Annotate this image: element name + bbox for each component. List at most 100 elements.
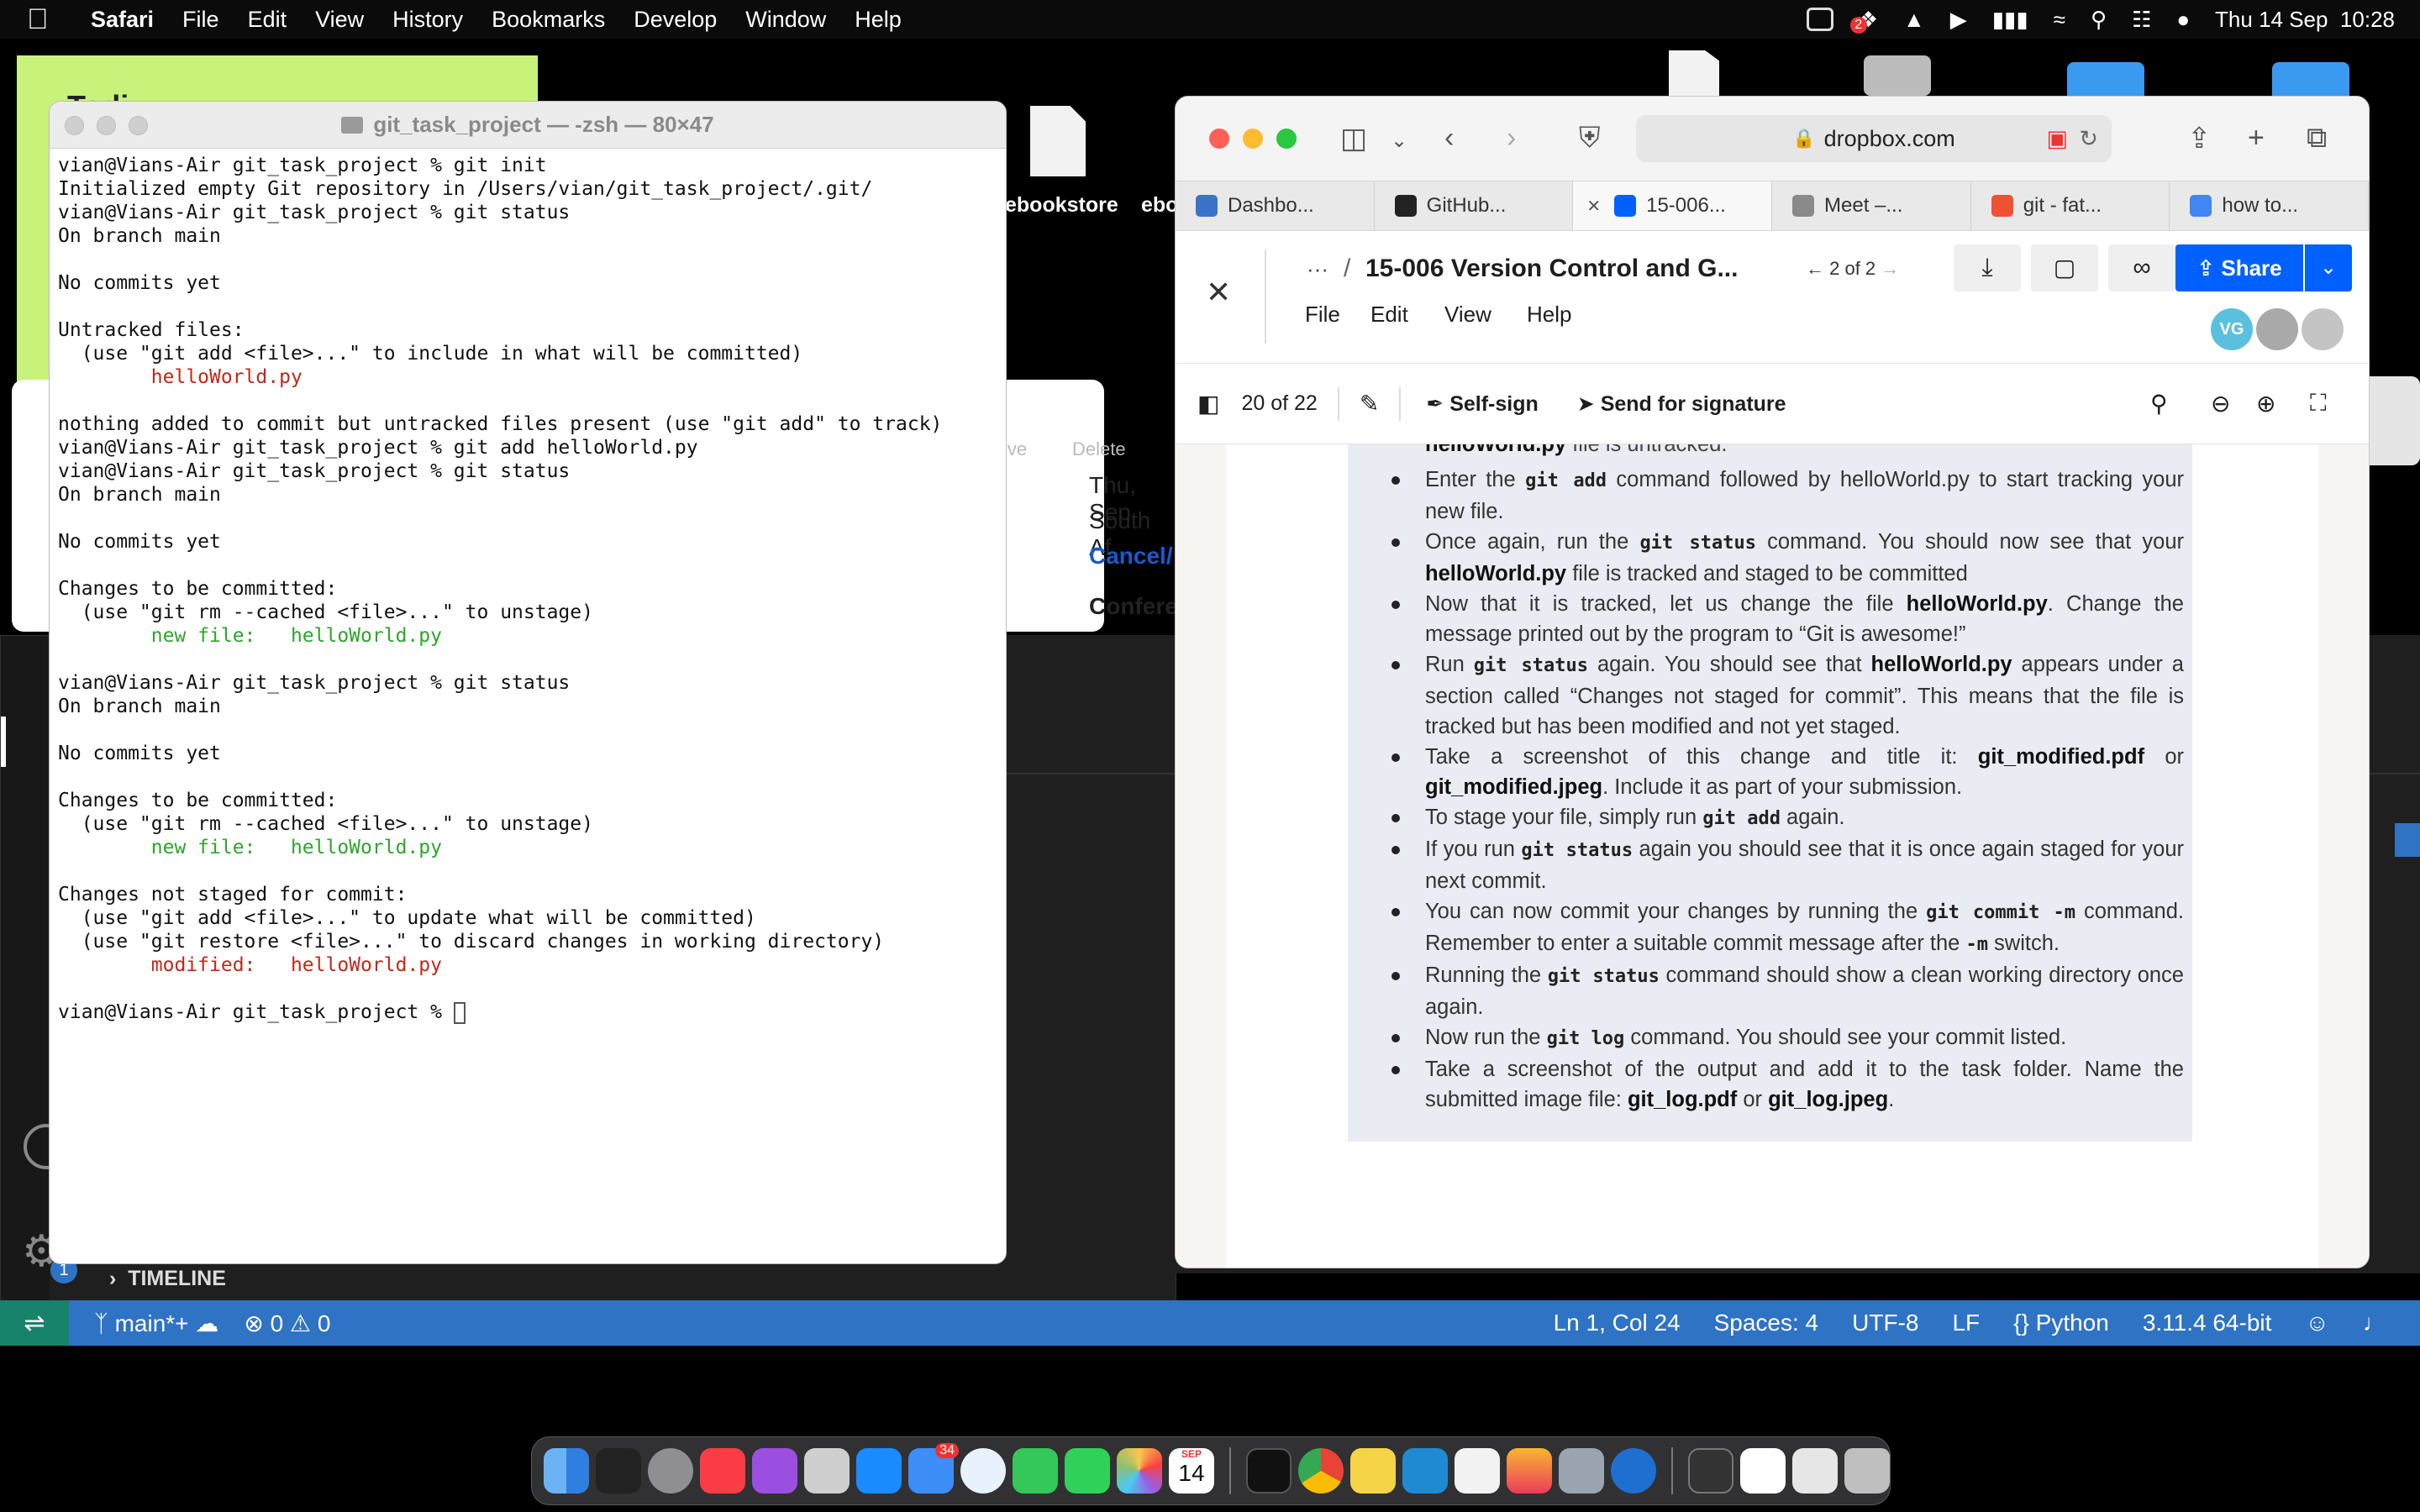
terminal-window[interactable]: git_task_project — -zsh — 80×47 vian@Via… [49,101,1007,1264]
mail-delete-button[interactable]: Delete [1072,438,1126,460]
play-status-icon[interactable]: ▶ [1950,7,1967,33]
doc-menu-help[interactable]: Help [1527,302,1571,328]
recent-window-icon[interactable] [1688,1448,1733,1494]
sidebar-toggle-icon[interactable]: ◫ [1340,122,1367,155]
stickies-icon[interactable] [1507,1448,1552,1494]
photos-icon[interactable] [1117,1448,1162,1494]
breadcrumb-more[interactable]: ··· [1307,256,1328,282]
browser-tab[interactable]: ✕ 15-006... [1573,181,1773,230]
apple-icon[interactable]:  [27,3,66,36]
launchpad-icon[interactable] [804,1448,850,1494]
forward-arrow-icon[interactable]: › [1507,122,1516,155]
menu-edit[interactable]: Edit [248,7,287,33]
recent-document-icon[interactable] [1740,1448,1786,1494]
python-interpreter[interactable]: 3.11.4 64-bit [2143,1310,2272,1336]
terminal-titlebar[interactable]: git_task_project — -zsh — 80×47 [50,102,1006,149]
browser-tab[interactable]: Dashbo... [1176,181,1375,230]
messages-icon[interactable] [1065,1448,1110,1494]
zoom-out-icon[interactable]: ⊖ [2211,390,2230,417]
zoom-button[interactable] [1276,129,1297,149]
download-icon[interactable]: ⤓ [1954,244,2021,291]
menu-help[interactable]: Help [855,7,902,33]
browser-tab[interactable]: how to... [2170,181,2369,230]
mail-icon[interactable]: 34 [908,1443,959,1494]
terminal-app-icon[interactable] [1246,1448,1292,1494]
doc-menu-view[interactable]: View [1444,302,1491,328]
chevron-down-icon[interactable]: ⌄ [1391,129,1407,153]
menu-history[interactable]: History [392,7,463,33]
finder-icon[interactable] [544,1448,589,1494]
system-settings-icon[interactable] [648,1448,693,1494]
avatar-2[interactable] [2256,308,2298,350]
fullscreen-icon[interactable]: ⛶ [2310,390,2327,417]
menu-develop[interactable]: Develop [634,7,717,33]
notes-status-icon[interactable] [1806,8,1833,31]
reload-icon[interactable]: ↻ [2079,126,2098,152]
link-icon[interactable]: ∞ [2108,244,2175,291]
menu-view[interactable]: View [315,7,364,33]
menu-bookmarks[interactable]: Bookmarks [492,7,605,33]
screen-sharing-icon[interactable] [1611,1448,1656,1494]
close-icon[interactable]: ✕ [1206,275,1231,310]
textedit-icon[interactable] [1455,1448,1500,1494]
facetime-icon[interactable] [1013,1448,1058,1494]
feedback-icon[interactable]: ☺ [2305,1310,2329,1336]
desktop-file-icon-2[interactable] [1669,50,1719,97]
desktop-drive-icon[interactable] [1864,55,1931,96]
avatar[interactable]: VG [2211,308,2253,350]
send-signature-button[interactable]: ➤ Send for signature [1577,391,1786,417]
thumbnail-panel-icon[interactable]: ◧ [1197,390,1219,417]
back-arrow-icon[interactable]: ‹ [1444,122,1454,155]
calendar-icon[interactable]: SEP 14 [1169,1448,1214,1494]
version-nav[interactable]: ← 2 of 2 → [1806,258,1899,280]
battery-icon[interactable]: ▮▮▮ [1992,7,2028,33]
vscode-icon[interactable] [1402,1448,1448,1494]
desktop-file-label[interactable]: ebookstore [1005,193,1118,218]
zoom-in-icon[interactable]: ⊕ [2256,390,2275,417]
share-icon[interactable]: ⇪ [2187,122,2212,155]
remote-indicator-icon[interactable]: ⇌ [0,1300,69,1346]
comment-icon[interactable]: ▢ [2031,244,2098,291]
trash-icon[interactable] [1844,1448,1890,1494]
browser-tab[interactable]: Meet –... [1772,181,1971,230]
desktop-file-label-2[interactable]: ebo [1141,193,1178,218]
problems-indicator[interactable]: ⊗ 0 ⚠ 0 [244,1310,330,1337]
music-icon[interactable] [700,1448,745,1494]
doc-menu-file[interactable]: File [1305,302,1340,328]
notes-icon[interactable] [1350,1448,1396,1494]
app-store-icon[interactable] [856,1448,902,1494]
privacy-shield-icon[interactable]: ⛨ [1579,122,1601,155]
control-center-icon[interactable]: ☷ [2132,7,2151,33]
close-button[interactable] [65,116,84,135]
close-button[interactable] [1209,129,1229,149]
safari-icon[interactable] [960,1448,1006,1494]
tab-overview-icon[interactable]: ⧉ [2307,122,2327,155]
git-branch[interactable]: ᛉ main*+ ☁ [94,1310,218,1337]
share-dropdown-chevron-icon[interactable]: ⌄ [2305,244,2352,291]
new-tab-icon[interactable]: + [2248,122,2265,155]
mail-link[interactable]: Cancel/ [1089,543,1173,570]
pencil-icon[interactable]: ✎ [1360,390,1379,417]
avatar-3[interactable] [2302,308,2344,350]
file-title[interactable]: 15-006 Version Control and G... [1365,255,1738,283]
cursor-position[interactable]: Ln 1, Col 24 [1554,1310,1681,1336]
activity-monitor-icon[interactable] [596,1448,641,1494]
menu-window[interactable]: Window [745,7,826,33]
language-mode[interactable]: {} Python [2013,1310,2109,1336]
podcasts-icon[interactable] [752,1448,797,1494]
address-bar[interactable]: 🔒 dropbox.com ▣ ↻ [1636,115,2112,162]
self-sign-button[interactable]: ✒ Self-sign [1426,391,1538,417]
terminal-prompt-line[interactable]: vian@Vians-Air git_task_project % [58,1000,997,1024]
mail-toolbar-item[interactable]: ive [1003,438,1027,460]
dropbox-extension-icon[interactable]: ▣ [2046,126,2068,152]
terminal-output[interactable]: vian@Vians-Air git_task_project % git in… [50,149,1006,1029]
chrome-icon[interactable] [1298,1448,1344,1494]
browser-tab[interactable]: GitHub... [1375,181,1574,230]
spotlight-icon[interactable]: ⚲ [2091,7,2107,33]
page-counter[interactable]: 20 of 22 [1241,391,1317,416]
drive-status-icon[interactable]: ▲ [1903,7,1925,33]
menu-clock[interactable]: Thu 14 Sep 10:28 [2215,7,2395,33]
desktop-file-icon[interactable] [1030,106,1086,176]
pdf-viewer[interactable]: helloWorld.py file is untracked. Enter t… [1176,444,2369,1268]
dropbox-status-icon[interactable]: ❖ 2 [1849,7,1878,34]
